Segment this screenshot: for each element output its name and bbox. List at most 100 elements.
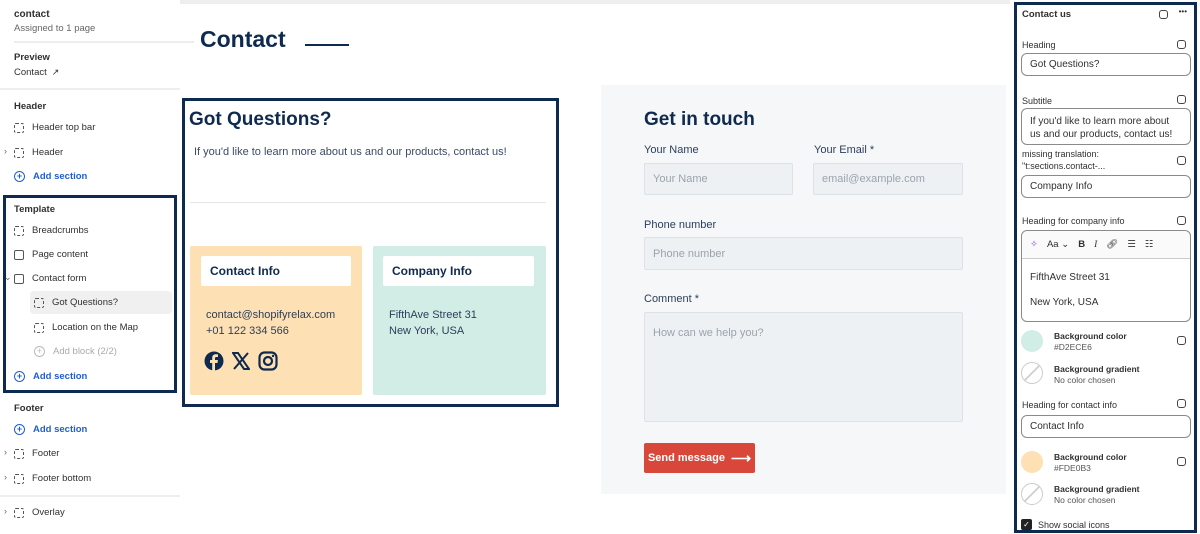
comment-label: Comment *	[644, 293, 700, 305]
preview-label: Preview	[14, 52, 50, 63]
instagram-icon[interactable]	[258, 351, 278, 371]
item-label: Breadcrumbs	[32, 225, 89, 236]
section-icon	[14, 448, 24, 459]
name-input[interactable]: Your Name	[644, 163, 793, 195]
email-input[interactable]: email@example.com	[813, 163, 963, 195]
contact-gradient-swatch[interactable]	[1021, 483, 1043, 505]
contact-email[interactable]: contact@shopifyrelax.com	[206, 309, 335, 321]
phone-label: Phone number	[644, 219, 717, 231]
numbered-list-icon[interactable]: ☷	[1145, 239, 1154, 250]
text-block-icon	[14, 249, 24, 260]
assigned-text: Assigned to 1 page	[14, 23, 96, 34]
block-heading: Got Questions?	[189, 109, 332, 130]
font-size-button[interactable]: Aa ⌄	[1047, 239, 1069, 250]
comment-textarea[interactable]: How can we help you?	[644, 312, 963, 422]
block-location-map[interactable]: Location on the Map	[34, 322, 138, 333]
external-link-icon: ↗	[51, 67, 60, 77]
link-icon[interactable]: 🔗︎	[1106, 239, 1118, 250]
email-label: Your Email *	[814, 144, 875, 156]
sidebar-item-contact-form[interactable]: Contact form	[14, 273, 86, 284]
chevron-right-icon[interactable]: ›	[4, 506, 7, 516]
add-block-button[interactable]: + Add block (2/2)	[34, 346, 117, 357]
section-icon	[14, 147, 24, 158]
company-address-1: FifthAve Street 31	[389, 309, 477, 321]
panel-title: Contact us	[1022, 9, 1072, 20]
contact-phone: +01 122 334 566	[206, 325, 289, 337]
sidebar-item-footer[interactable]: Footer	[14, 448, 59, 459]
sidebar-item-breadcrumbs[interactable]: Breadcrumbs	[14, 225, 89, 236]
add-section-footer[interactable]: + Add section	[14, 424, 87, 435]
template-name: contact	[14, 9, 50, 20]
more-options-icon[interactable]: •••	[1179, 7, 1187, 16]
company-richtext-editor[interactable]: ✧ Aa ⌄ B I 🔗︎ ☰ ☷ FifthAve Street 31 New…	[1021, 230, 1191, 322]
ai-sparkle-icon[interactable]: ✧	[1030, 239, 1038, 250]
phone-input[interactable]: Phone number	[644, 237, 963, 270]
company-bg-value: #D2ECE6	[1054, 342, 1092, 352]
italic-icon[interactable]: I	[1094, 240, 1097, 250]
company-info-card: Company Info FifthAve Street 31 New York…	[373, 246, 546, 395]
heading-input[interactable]: Got Questions?	[1021, 53, 1191, 76]
sidebar-item-overlay[interactable]: Overlay	[14, 507, 65, 518]
gradient-value: No color chosen	[1054, 495, 1116, 505]
add-section-header[interactable]: + Add section	[14, 171, 87, 182]
bullet-list-icon[interactable]: ☰	[1127, 239, 1136, 250]
company-gradient-swatch[interactable]	[1021, 362, 1043, 384]
item-label: Add block (2/2)	[53, 346, 117, 357]
company-heading-input[interactable]: Company Info	[1021, 175, 1191, 198]
facebook-icon[interactable]	[204, 351, 224, 371]
send-message-button[interactable]: Send message ⟶	[644, 443, 755, 473]
database-icon[interactable]	[1177, 336, 1186, 345]
sidebar-item-footer-bottom[interactable]: Footer bottom	[14, 473, 91, 484]
show-social-checkbox[interactable]: ✓	[1021, 519, 1032, 530]
company-address-2: New York, USA	[389, 325, 465, 337]
sidebar-item-header[interactable]: Header	[14, 147, 63, 158]
section-icon	[14, 225, 24, 236]
form-title: Get in touch	[644, 109, 755, 130]
chevron-right-icon[interactable]: ›	[4, 447, 7, 457]
block-got-questions[interactable]: Got Questions?	[34, 297, 118, 308]
contact-bg-swatch[interactable]	[1021, 451, 1043, 473]
missing-translation-label-1: missing translation:	[1022, 149, 1100, 159]
block-icon	[34, 297, 44, 308]
database-icon[interactable]	[1177, 399, 1186, 408]
item-label: Add section	[33, 424, 88, 435]
font-btn-label: Aa	[1046, 239, 1059, 250]
sidebar-item-header-top-bar[interactable]: Header top bar	[14, 122, 95, 133]
subtitle-label: Subtitle	[1022, 96, 1053, 106]
got-questions-block[interactable]: Got Questions? If you'd like to learn mo…	[182, 98, 559, 407]
contact-card-heading: Contact Info	[201, 256, 351, 286]
chevron-right-icon[interactable]: ›	[4, 146, 7, 156]
database-icon[interactable]	[1177, 156, 1186, 165]
database-icon[interactable]	[1159, 10, 1168, 19]
bold-icon[interactable]: B	[1078, 239, 1085, 250]
block-subtitle: If you'd like to learn more about us and…	[194, 146, 507, 158]
title-underline	[305, 44, 349, 46]
preview-link[interactable]: Contact ↗	[14, 67, 59, 78]
bg-color-label: Background color	[1054, 331, 1127, 341]
header-group-label: Header	[14, 101, 47, 112]
settings-panel: Contact us ••• Heading Got Questions? Su…	[1014, 2, 1197, 533]
item-label: Page content	[32, 249, 88, 260]
gradient-label: Background gradient	[1054, 364, 1140, 374]
database-icon[interactable]	[1177, 95, 1186, 104]
show-social-label: Show social icons	[1038, 520, 1110, 530]
chevron-down-icon[interactable]: ⌄	[4, 272, 12, 283]
database-icon[interactable]	[1177, 457, 1186, 466]
item-label: Add section	[33, 171, 88, 182]
plus-circle-icon: +	[14, 371, 25, 382]
add-section-template[interactable]: + Add section	[14, 371, 87, 382]
item-label: Footer bottom	[32, 473, 92, 484]
chevron-right-icon[interactable]: ›	[4, 472, 7, 482]
sidebar-item-page-content[interactable]: Page content	[14, 249, 88, 260]
item-label: Header top bar	[32, 122, 96, 133]
x-icon[interactable]	[232, 352, 250, 370]
bg-color-label: Background color	[1054, 452, 1127, 462]
database-icon[interactable]	[1177, 216, 1186, 225]
database-icon[interactable]	[1177, 40, 1186, 49]
preview-value: Contact	[14, 67, 47, 78]
section-icon	[14, 473, 24, 484]
contact-heading-input[interactable]: Contact Info	[1021, 415, 1191, 438]
item-label: Contact form	[32, 273, 87, 284]
company-bg-swatch[interactable]	[1021, 330, 1043, 352]
subtitle-textarea[interactable]: If you'd like to learn more about us and…	[1021, 108, 1191, 145]
